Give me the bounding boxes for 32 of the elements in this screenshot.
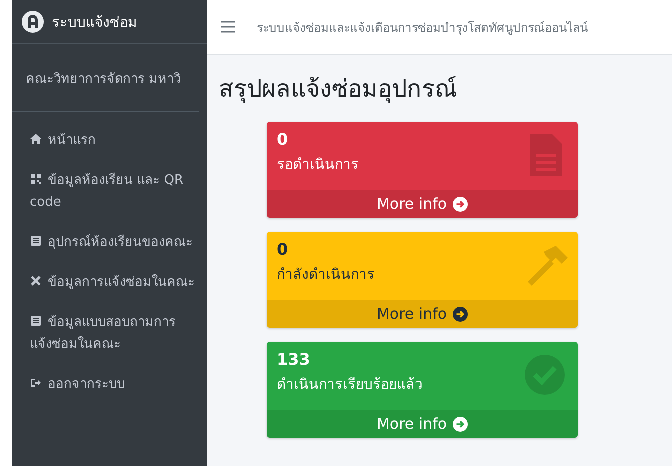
sidebar-item[interactable]: ข้อมูลการแจ้งซ่อมในคณะ — [20, 264, 201, 302]
status-label: กำลังดำเนินการ — [277, 266, 376, 285]
user-name[interactable]: คณะวิทยาการจัดการ มหาวิ — [12, 44, 199, 112]
brand-name[interactable]: ระบบแจ้งซ่อม — [52, 10, 137, 32]
more-info-link[interactable]: More info — [267, 190, 578, 218]
arrow-circle-icon — [453, 196, 468, 212]
menu-button[interactable] — [221, 21, 235, 33]
list-icon — [30, 235, 42, 247]
home-icon — [30, 133, 42, 145]
arrow-circle-icon — [453, 416, 468, 432]
grid-icon — [30, 173, 42, 185]
status-count: 0 — [277, 240, 290, 259]
status-label: ดำเนินการเรียบร้อยแล้ว — [277, 376, 424, 395]
arrow-circle-icon — [453, 306, 468, 322]
menu-icon — [221, 21, 235, 33]
status-count: 133 — [277, 350, 312, 369]
page-title: สรุปผลแจ้งซ่อมอุปกรณ์ — [219, 74, 458, 106]
check-circle-icon — [522, 352, 568, 398]
logout-icon — [30, 377, 42, 389]
more-info-link[interactable]: More info — [267, 300, 578, 328]
more-info-link[interactable]: More info — [267, 410, 578, 438]
sidebar-item[interactable]: หน้าแรก — [20, 122, 201, 160]
sidebar-item[interactable]: ข้อมูลแบบสอบถามการแจ้งซ่อมในคณะ — [20, 304, 201, 364]
sidebar-item[interactable]: ข้อมูลห้องเรียน และ QR code — [20, 162, 201, 222]
logo-icon — [22, 10, 44, 32]
list-icon — [30, 315, 42, 327]
status-count: 0 — [277, 130, 290, 149]
tools-icon — [30, 275, 42, 287]
sidebar-item[interactable]: ออกจากระบบ — [20, 366, 201, 404]
sidebar-item[interactable]: อุปกรณ์ห้องเรียนของคณะ — [20, 224, 201, 262]
status-label: รอดำเนินการ — [277, 156, 360, 175]
system-title: ระบบแจ้งซ่อมและแจ้งเตือนการซ่อมบำรุงโสตทัศนูปกรณ์ออนไลน์ — [257, 20, 588, 36]
